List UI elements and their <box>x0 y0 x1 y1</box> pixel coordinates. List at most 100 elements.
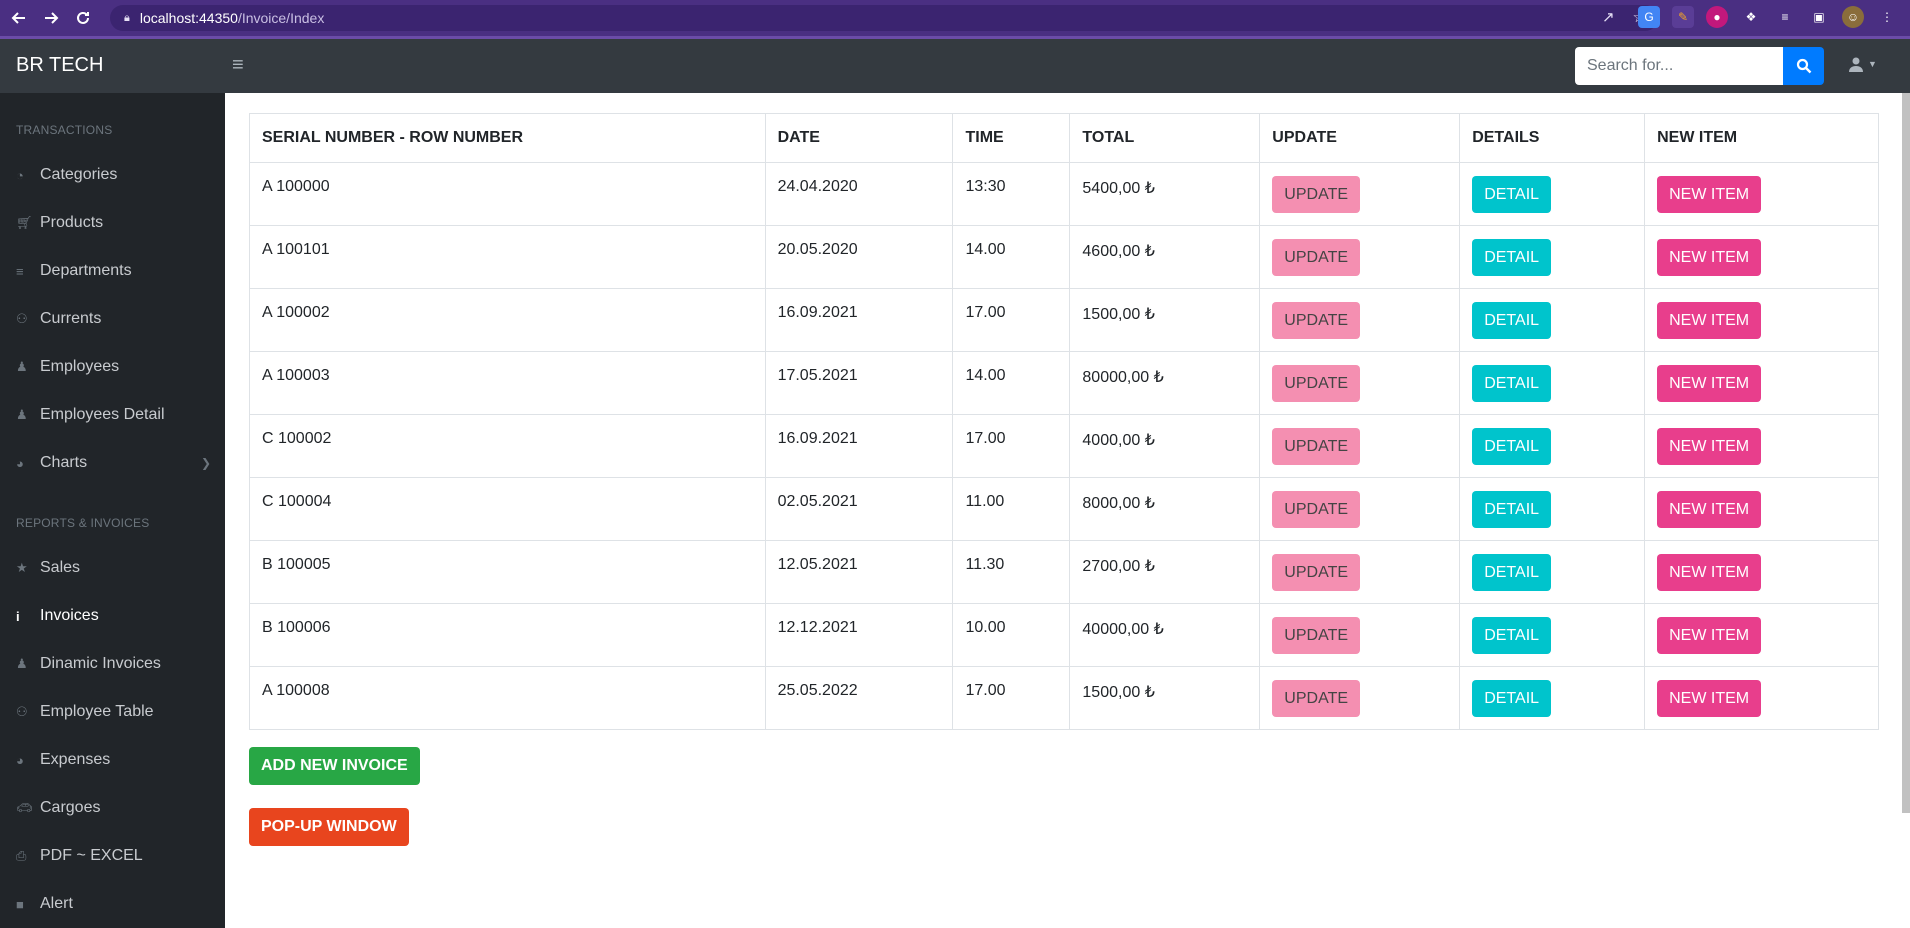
detail-button[interactable]: DETAIL <box>1472 553 1552 591</box>
sidebar-item-expenses[interactable]: ◕ Expenses <box>16 748 211 772</box>
table-row: B 100005 12.05.2021 11.30 2700,00 ₺ UPDA… <box>249 540 1879 604</box>
page-scrollbar[interactable] <box>1902 93 1910 813</box>
add-new-invoice-button[interactable]: ADD NEW INVOICE <box>249 747 420 785</box>
update-button[interactable]: UPDATE <box>1272 301 1361 339</box>
brand-title[interactable]: BR TECH <box>16 54 103 77</box>
popup-window-button[interactable]: POP-UP WINDOW <box>249 808 409 846</box>
hamburger-menu-icon[interactable]: ≡ <box>232 54 244 77</box>
back-arrow-icon[interactable] <box>6 5 32 31</box>
update-button[interactable]: UPDATE <box>1272 553 1361 591</box>
column-header-details: DETAILS <box>1459 113 1646 163</box>
sidebar-item-employees[interactable]: ♟ Employees <box>16 355 211 379</box>
sidebar-heading-reports: REPORTS & INVOICES <box>16 516 150 530</box>
translate-extension-icon[interactable]: G <box>1638 6 1660 28</box>
sidebar-item-alert[interactable]: ■ Alert <box>16 892 211 916</box>
user-dropdown[interactable]: ▼ <box>1848 56 1877 72</box>
sidebar-heading-transactions: TRANSACTIONS <box>16 123 113 137</box>
serial-cell: B 100005 <box>249 540 766 604</box>
date-cell: 16.09.2021 <box>764 288 954 352</box>
new-item-button[interactable]: NEW ITEM <box>1657 490 1762 528</box>
list-icon: ≡ <box>16 263 24 279</box>
sidebar-item-currents[interactable]: ⚇ Currents <box>16 307 211 331</box>
box-icon: ■ <box>16 896 24 912</box>
forward-arrow-icon[interactable] <box>38 5 64 31</box>
detail-button[interactable]: DETAIL <box>1472 364 1552 402</box>
update-cell: UPDATE <box>1259 225 1461 289</box>
address-bar[interactable]: 🔒︎ localhost:44350/Invoice/Index ↗ ☆ <box>110 5 1658 31</box>
new-item-cell: NEW ITEM <box>1644 540 1879 604</box>
sidebar: TRANSACTIONS ◔ Categories 🛒︎ Products ≡ Dep… <box>0 93 225 928</box>
person-icon: ♟ <box>16 359 28 374</box>
update-button[interactable]: UPDATE <box>1272 679 1361 717</box>
sidebar-item-label: Dinamic Invoices <box>40 655 161 672</box>
puzzle-icon[interactable]: ❖ <box>1740 6 1762 28</box>
update-button[interactable]: UPDATE <box>1272 616 1361 654</box>
sidebar-item-sales[interactable]: ★ Sales <box>16 556 211 580</box>
sidebar-item-departments[interactable]: ≡ Departments <box>16 259 211 283</box>
tachometer-icon: ◔ <box>16 167 24 183</box>
profile-avatar[interactable]: ☺ <box>1842 6 1864 28</box>
column-header-total: TOTAL <box>1069 113 1261 163</box>
url-host: localhost:44350 <box>139 10 238 26</box>
sidebar-item-employee-table[interactable]: ⚇ Employee Table <box>16 700 211 724</box>
new-item-cell: NEW ITEM <box>1644 414 1879 478</box>
new-item-button[interactable]: NEW ITEM <box>1657 427 1762 465</box>
sidebar-item-charts[interactable]: ◕ Charts ❯ <box>16 451 211 475</box>
sidebar-item-label: Employees <box>40 358 120 375</box>
new-item-button[interactable]: NEW ITEM <box>1657 679 1762 717</box>
print-icon: ⎙ <box>16 848 27 863</box>
reading-list-icon[interactable]: ≡ <box>1774 6 1796 28</box>
side-panel-icon[interactable]: ▣ <box>1808 6 1830 28</box>
new-item-cell: NEW ITEM <box>1644 666 1879 730</box>
update-button[interactable]: UPDATE <box>1272 364 1361 402</box>
sidebar-item-categories[interactable]: ◔ Categories <box>16 163 211 187</box>
new-item-button[interactable]: NEW ITEM <box>1657 364 1762 402</box>
sidebar-item-pdf-excel[interactable]: ⎙ PDF ~ EXCEL <box>16 844 211 868</box>
sidebar-item-products[interactable]: 🛒︎ Products <box>16 211 211 235</box>
star-icon: ★ <box>16 560 28 575</box>
detail-cell: DETAIL <box>1459 540 1646 604</box>
serial-cell: A 100003 <box>249 351 766 415</box>
time-cell: 10.00 <box>952 603 1071 667</box>
detail-button[interactable]: DETAIL <box>1472 175 1552 213</box>
detail-button[interactable]: DETAIL <box>1472 679 1552 717</box>
sidebar-item-employees-detail[interactable]: ♟ Employees Detail <box>16 403 211 427</box>
new-item-cell: NEW ITEM <box>1644 225 1879 289</box>
total-cell: 4600,00 ₺ <box>1069 225 1261 289</box>
pen-extension-icon[interactable]: ✎ <box>1672 6 1694 28</box>
new-item-button[interactable]: NEW ITEM <box>1657 553 1762 591</box>
detail-button[interactable]: DETAIL <box>1472 616 1552 654</box>
date-cell: 20.05.2020 <box>764 225 954 289</box>
update-cell: UPDATE <box>1259 540 1461 604</box>
share-icon[interactable]: ↗ <box>1602 8 1615 26</box>
search-button[interactable] <box>1783 47 1824 85</box>
update-button[interactable]: UPDATE <box>1272 238 1361 276</box>
detail-button[interactable]: DETAIL <box>1472 301 1552 339</box>
update-button[interactable]: UPDATE <box>1272 175 1361 213</box>
caret-down-icon: ▼ <box>1868 59 1877 69</box>
search-input[interactable] <box>1575 47 1783 85</box>
time-cell: 14.00 <box>952 225 1071 289</box>
sidebar-item-dinamic-invoices[interactable]: ♟ Dinamic Invoices <box>16 652 211 676</box>
detail-button[interactable]: DETAIL <box>1472 490 1552 528</box>
table-row: A 100008 25.05.2022 17.00 1500,00 ₺ UPDA… <box>249 666 1879 730</box>
extension-icon[interactable]: ● <box>1706 6 1728 28</box>
reload-icon[interactable] <box>70 5 96 31</box>
serial-cell: A 100008 <box>249 666 766 730</box>
sidebar-item-cargoes[interactable]: 🚗︎ Cargoes <box>16 796 211 820</box>
column-header-date: DATE <box>764 113 954 163</box>
detail-button[interactable]: DETAIL <box>1472 238 1552 276</box>
new-item-button[interactable]: NEW ITEM <box>1657 238 1762 276</box>
column-header-time: TIME <box>952 113 1071 163</box>
new-item-button[interactable]: NEW ITEM <box>1657 301 1762 339</box>
table-row: B 100006 12.12.2021 10.00 40000,00 ₺ UPD… <box>249 603 1879 667</box>
update-button[interactable]: UPDATE <box>1272 490 1361 528</box>
sidebar-item-label: Categories <box>40 166 118 183</box>
update-button[interactable]: UPDATE <box>1272 427 1361 465</box>
sidebar-item-invoices[interactable]: i Invoices <box>16 604 211 628</box>
new-item-button[interactable]: NEW ITEM <box>1657 616 1762 654</box>
detail-button[interactable]: DETAIL <box>1472 427 1552 465</box>
total-cell: 1500,00 ₺ <box>1069 288 1261 352</box>
browser-menu-icon[interactable]: ⋮ <box>1876 6 1898 28</box>
new-item-button[interactable]: NEW ITEM <box>1657 175 1762 213</box>
